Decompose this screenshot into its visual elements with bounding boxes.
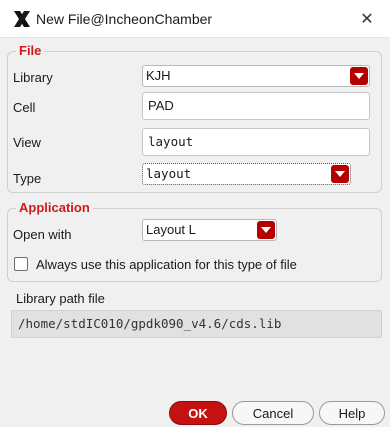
app-logo-icon	[14, 11, 30, 27]
library-path-field: /home/stdIC010/gpdk090_v4.6/cds.lib	[11, 310, 382, 338]
type-value: layout	[146, 166, 192, 181]
type-label: Type	[13, 171, 42, 186]
library-label: Library	[13, 70, 53, 85]
library-combobox[interactable]: KJH	[142, 65, 370, 87]
always-use-label[interactable]: Always use this application for this typ…	[36, 257, 297, 272]
window-title: New File@IncheonChamber	[36, 11, 213, 27]
chevron-down-icon[interactable]	[257, 221, 275, 239]
cell-input[interactable]: PAD	[142, 92, 370, 120]
open-with-value: Layout L	[146, 222, 196, 237]
chevron-down-icon[interactable]	[350, 67, 368, 85]
view-value: layout	[148, 134, 194, 149]
library-value: KJH	[146, 68, 171, 83]
view-input[interactable]: layout	[142, 128, 370, 156]
cancel-button[interactable]: Cancel	[232, 401, 314, 425]
type-combobox[interactable]: layout	[142, 163, 351, 185]
close-button[interactable]: ✕	[344, 0, 390, 38]
file-group-legend: File	[16, 43, 45, 58]
cancel-button-label: Cancel	[252, 405, 294, 421]
cell-value: PAD	[148, 98, 174, 113]
cell-label: Cell	[13, 100, 36, 115]
help-button[interactable]: Help	[319, 401, 385, 425]
always-use-checkbox[interactable]	[14, 257, 28, 271]
application-group-legend: Application	[16, 200, 93, 215]
library-path-value: /home/stdIC010/gpdk090_v4.6/cds.lib	[18, 316, 282, 331]
open-with-label: Open with	[13, 227, 72, 242]
help-button-label: Help	[338, 405, 366, 421]
library-path-label: Library path file	[16, 291, 105, 306]
view-label: View	[13, 135, 41, 150]
open-with-combobox[interactable]: Layout L	[142, 219, 277, 241]
ok-button[interactable]: OK	[169, 401, 227, 425]
ok-button-label: OK	[188, 405, 208, 421]
title-bar: New File@IncheonChamber ✕	[0, 0, 390, 38]
chevron-down-icon[interactable]	[331, 165, 349, 183]
close-icon: ✕	[360, 11, 374, 28]
